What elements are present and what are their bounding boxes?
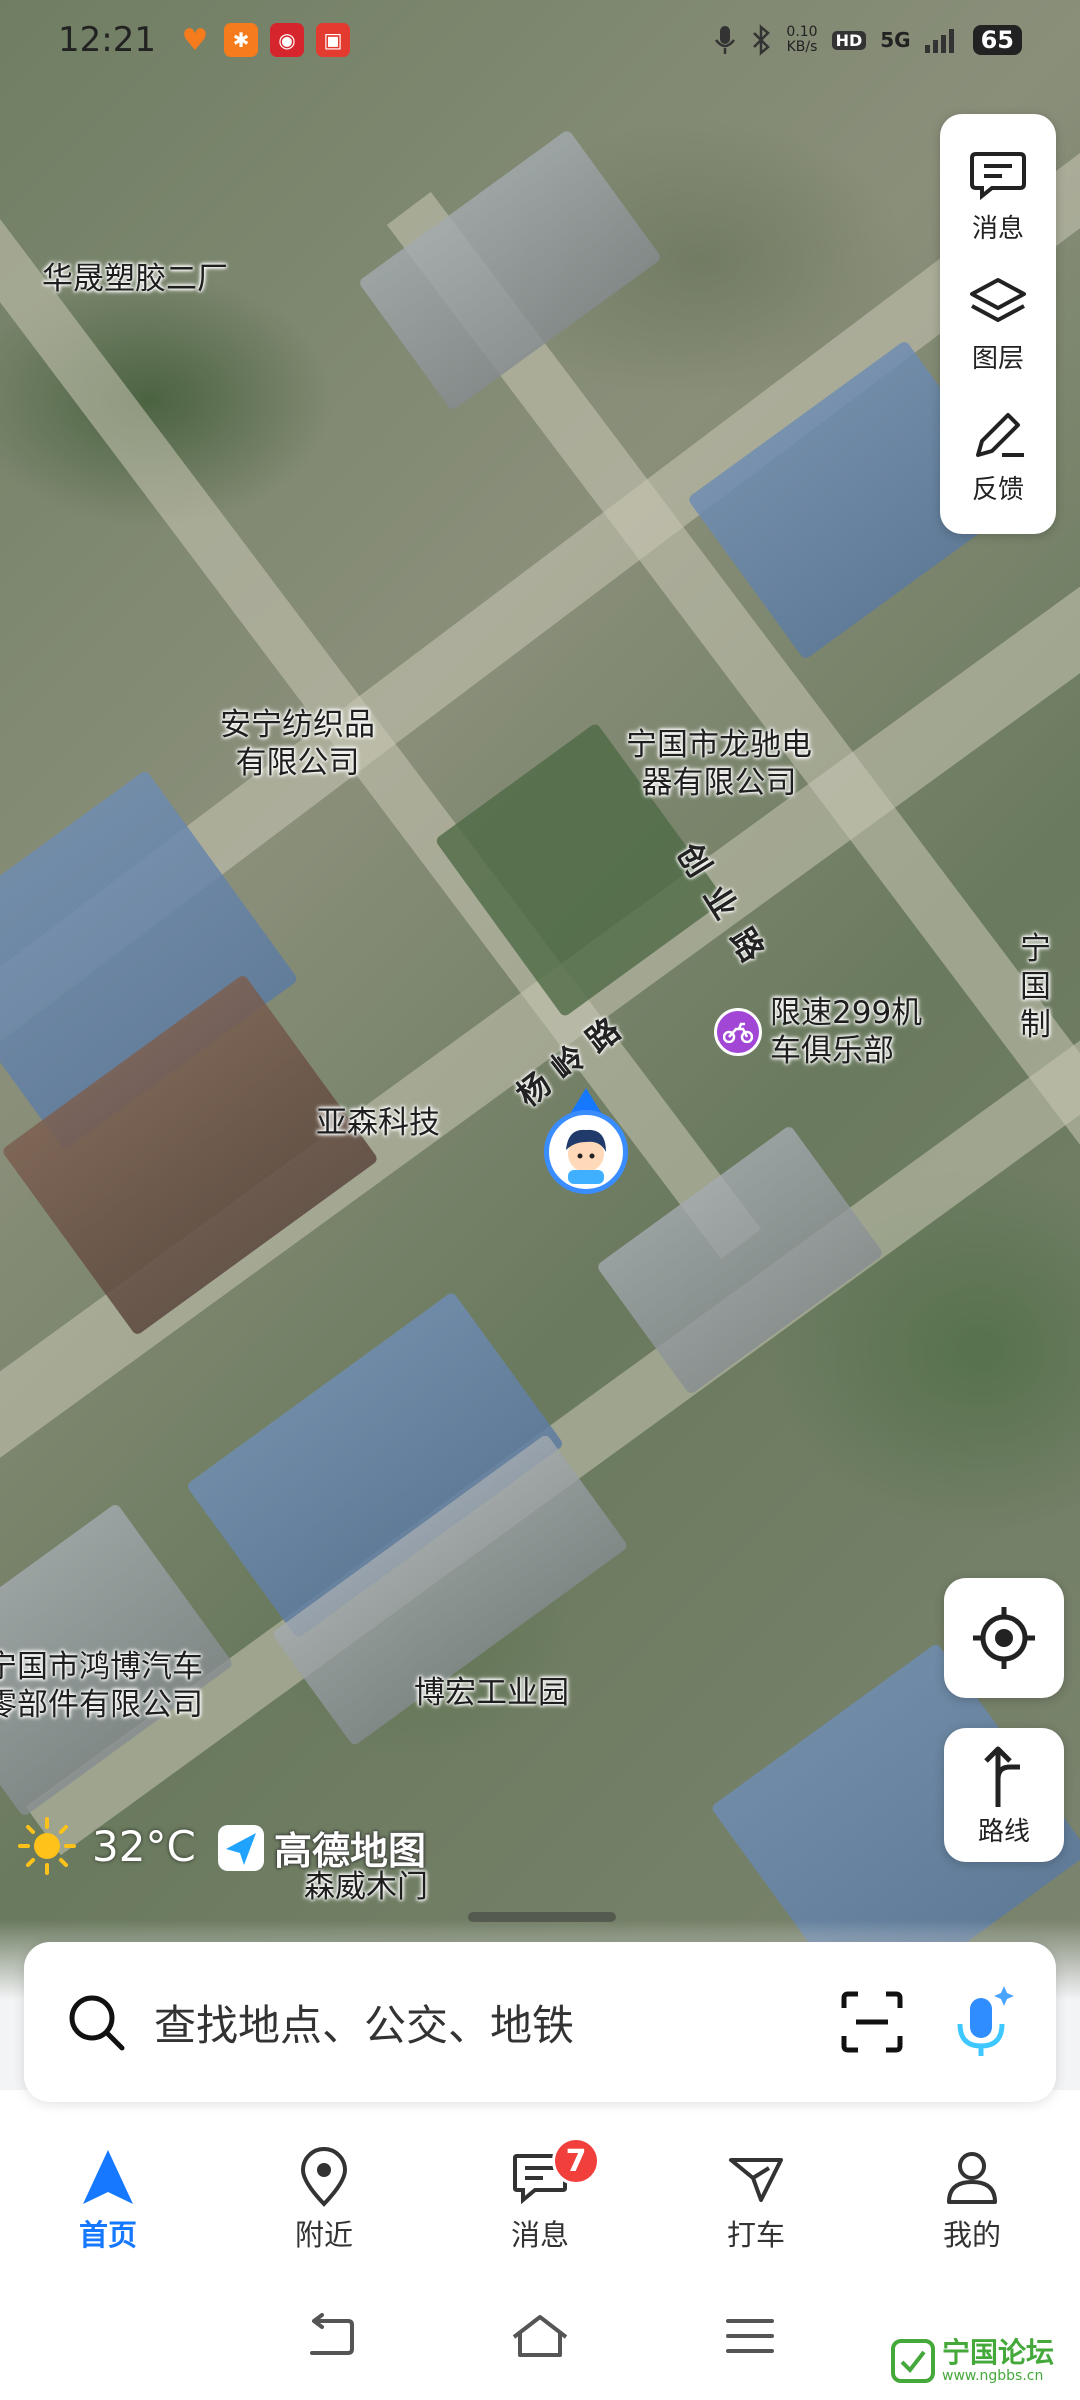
network-type: 5G — [880, 28, 911, 52]
locate-button[interactable] — [944, 1578, 1064, 1698]
poi-label[interactable]: 博宏工业园 — [414, 1674, 569, 1712]
amap-brand: 高德地图 — [216, 1820, 426, 1875]
amap-brand-text: 高德地图 — [274, 1829, 427, 1873]
map-building — [595, 1124, 885, 1396]
tab-nearby-label: 附近 — [294, 2218, 353, 2252]
avatar — [544, 1110, 628, 1194]
crosshair-icon — [973, 1607, 1035, 1669]
back-button[interactable] — [300, 2311, 360, 2365]
menu-icon — [726, 2318, 774, 2353]
poi-label[interactable]: 华晟塑胶二厂 — [42, 260, 228, 298]
microphone-icon — [715, 26, 736, 54]
layers-tool-button[interactable]: 图层 — [966, 272, 1030, 375]
search-bar[interactable]: 查找地点、公交、地铁 — [24, 1942, 1056, 2102]
search-icon — [69, 1995, 125, 2051]
voice-search-icon[interactable] — [952, 1984, 1016, 2060]
shop-app-icon: ▣ — [315, 23, 350, 57]
heart-app-icon: ♥ — [181, 22, 209, 58]
tab-nearby[interactable]: 附近 — [216, 2125, 432, 2275]
tab-messages[interactable]: 消息 7 — [432, 2125, 648, 2275]
unread-badge: 7 — [552, 2137, 600, 2185]
taxi-icon — [729, 2158, 783, 2202]
user-location-marker[interactable] — [544, 1086, 628, 1196]
poi-label[interactable]: 亚森科技 — [316, 1104, 440, 1142]
layers-tool-label: 图层 — [971, 344, 1024, 375]
bank-app-icon: ◉ — [269, 23, 304, 57]
home-icon — [512, 2314, 568, 2357]
app-notification-icon: ✱ — [223, 23, 258, 57]
search-input[interactable]: 查找地点、公交、地铁 — [154, 1992, 840, 2053]
tab-home[interactable]: 首页 — [0, 2125, 216, 2275]
poi-label[interactable]: 宁国市龙驰电 器有限公司 — [626, 726, 812, 802]
forum-logo-icon — [891, 2339, 935, 2383]
messages-tool-button[interactable]: 消息 — [966, 142, 1030, 245]
poi-label[interactable]: 宁国 制 — [1020, 930, 1080, 1044]
map-building — [357, 128, 663, 412]
status-bar: 12:21 ♥ ✱ ◉ ▣ 0.10 KB/s HD 5G 65 — [0, 0, 1080, 80]
bottom-tab-bar: 首页 附近 消息 7 打车 我的 — [0, 2125, 1080, 2275]
poi-label[interactable]: 宁国市鸿博汽车 零部件有限公司 — [0, 1648, 203, 1724]
poi-label[interactable]: 安宁纺织品 有限公司 — [220, 706, 375, 782]
status-time: 12:21 — [58, 20, 156, 60]
scan-icon[interactable] — [840, 1990, 904, 2054]
net-speed: 0.10 KB/s — [786, 24, 818, 55]
satellite-map[interactable]: 华晟塑胶二厂 安宁纺织品 有限公司 宁国市龙驰电 器有限公司 限速299机 车俱… — [0, 0, 1080, 2090]
menu-button[interactable] — [720, 2311, 780, 2365]
messages-tool-label: 消息 — [971, 213, 1024, 244]
poi-marker-motorcycle[interactable] — [714, 1008, 762, 1056]
tab-taxi-label: 打车 — [726, 2218, 785, 2252]
map-tool-panel: 消息 图层 反馈 — [940, 114, 1056, 534]
battery-indicator: 65 — [972, 25, 1022, 55]
weather-temperature: 32°C — [92, 1821, 196, 1871]
layers-icon — [970, 278, 1026, 323]
amap-logo-icon — [218, 1824, 264, 1871]
feedback-tool-button[interactable]: 反馈 — [966, 403, 1030, 506]
tab-profile-label: 我的 — [942, 2218, 1001, 2252]
forum-watermark: 宁国论坛 www.ngbbs.cn — [890, 2338, 1054, 2384]
feedback-tool-label: 反馈 — [971, 475, 1024, 506]
poi-label[interactable]: 限速299机 车俱乐部 — [770, 994, 922, 1070]
bluetooth-icon — [753, 24, 771, 56]
route-button[interactable]: 路线 — [944, 1728, 1064, 1862]
route-label: 路线 — [977, 1816, 1030, 1847]
watermark-name: 宁国论坛 — [942, 2336, 1055, 2369]
user-icon — [947, 2152, 997, 2204]
message-icon — [970, 151, 1026, 200]
watermark-url: www.ngbbs.cn — [942, 2368, 1044, 2384]
route-icon — [984, 1746, 1020, 1807]
edit-icon — [976, 413, 1024, 458]
tab-home-label: 首页 — [78, 2218, 137, 2252]
sun-icon — [18, 1817, 76, 1875]
tab-profile[interactable]: 我的 — [864, 2125, 1080, 2275]
location-pin-icon — [300, 2147, 348, 2207]
home-arrow-icon — [83, 2150, 133, 2204]
signal-icon — [924, 29, 954, 53]
hd-badge: HD — [831, 30, 867, 50]
tab-taxi[interactable]: 打车 — [648, 2125, 864, 2275]
motorcycle-icon — [723, 1022, 753, 1043]
tab-messages-label: 消息 — [510, 2218, 569, 2252]
weather-widget[interactable]: 32°C — [16, 1815, 196, 1877]
home-button[interactable] — [510, 2311, 570, 2365]
back-icon — [310, 2312, 354, 2355]
